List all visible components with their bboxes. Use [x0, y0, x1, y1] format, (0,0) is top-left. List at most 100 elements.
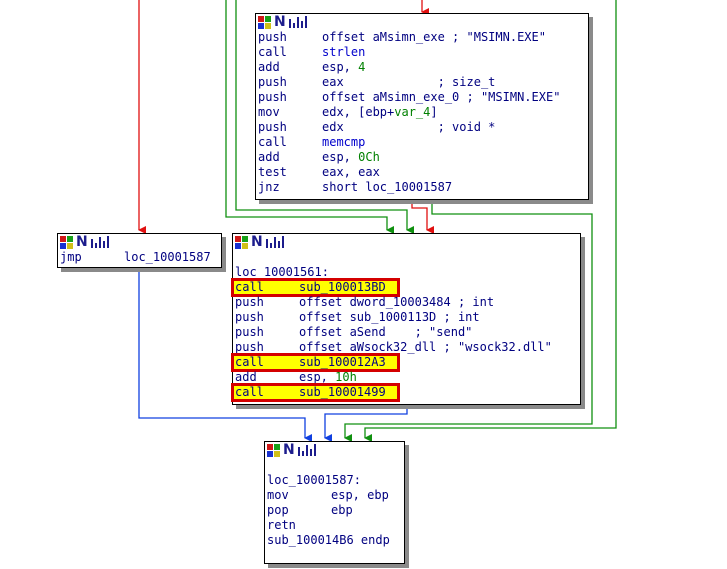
- node-body: push offset aMsimn_exe ; "MSIMN.EXE" call s…: [256, 30, 588, 195]
- color-grid-icon[interactable]: [60, 235, 73, 249]
- code-label: sub_100014B6 endp: [267, 533, 390, 547]
- bar-graph-icon[interactable]: [288, 16, 311, 28]
- operand: offset aMsimn_exe_0: [322, 90, 467, 104]
- graph-view-canvas[interactable]: N push offset aMsimn_exe ; "MSIMN.EXE" cal…: [0, 0, 727, 569]
- code-line[interactable]: push offset aMsimn_exe_0 ; "MSIMN.EXE": [258, 90, 588, 105]
- operand: edx: [322, 120, 438, 134]
- code-label: loc_10001587:: [267, 473, 361, 487]
- operand: ; void *: [437, 120, 496, 134]
- bar-graph-icon[interactable]: [90, 236, 113, 248]
- operand: offset dword_10003484: [299, 295, 458, 309]
- node-header: N: [58, 234, 221, 250]
- operand: 4: [358, 60, 366, 74]
- code-line[interactable]: pop ebp: [267, 503, 404, 518]
- operand: offset sub_1000113D: [299, 310, 444, 324]
- code-block-loc-10001587[interactable]: N loc_10001587: mov esp, ebp pop ebp retn sub_…: [264, 441, 405, 564]
- code-line[interactable]: [235, 250, 580, 265]
- operand: sub_100013BD: [299, 280, 386, 294]
- code-line[interactable]: push edx ; void *: [258, 120, 588, 135]
- edge-blue-block3: [324, 405, 408, 442]
- code-line[interactable]: push offset sub_1000113D ; int: [235, 310, 580, 325]
- mnemonic: push: [258, 30, 287, 44]
- code-line[interactable]: push offset aSend ; "send": [235, 325, 580, 340]
- operand: ; "MSIMN.EXE": [452, 30, 546, 44]
- mnemonic: call: [235, 280, 264, 294]
- code-line[interactable]: call sub_10001499: [231, 383, 580, 402]
- code-block-strlen-memcmp[interactable]: N push offset aMsimn_exe ; "MSIMN.EXE" cal…: [255, 13, 589, 200]
- code-label: loc_10001561:: [235, 265, 329, 279]
- mnemonic: push: [235, 325, 264, 339]
- operand: short loc_10001587: [322, 180, 453, 194]
- code-line[interactable]: test eax, eax: [258, 165, 588, 180]
- operand: sub_100012A3: [299, 355, 386, 369]
- code-line[interactable]: retn: [267, 518, 404, 533]
- operand: offset aSend: [299, 325, 415, 339]
- code-block-loc-10001561[interactable]: N loc_10001561: call sub_100013BD push offse…: [231, 233, 581, 405]
- operand: esp, ebp: [331, 488, 389, 502]
- code-line[interactable]: call sub_100012A3: [231, 353, 580, 372]
- code-line[interactable]: push offset dword_10003484 ; int: [235, 295, 580, 310]
- operand: esp,: [322, 60, 359, 74]
- code-line[interactable]: call sub_100013BD: [231, 278, 580, 297]
- mnemonic: push: [235, 310, 264, 324]
- code-line[interactable]: [267, 458, 404, 473]
- operand: var_4: [394, 105, 431, 119]
- operand: ]: [430, 105, 438, 119]
- code-line[interactable]: mov edx, [ebp+var_4]: [258, 105, 588, 120]
- operand: esp,: [299, 370, 336, 384]
- bar-graph-icon[interactable]: [265, 236, 288, 248]
- operand: ; "send": [414, 325, 473, 339]
- operand: offset aMsimn_exe: [322, 30, 453, 44]
- mnemonic: add: [258, 150, 280, 164]
- color-grid-icon[interactable]: [258, 15, 271, 29]
- mnemonic: call: [235, 355, 264, 369]
- mnemonic: retn: [267, 518, 296, 532]
- code-line[interactable]: push offset aMsimn_exe ; "MSIMN.EXE": [258, 30, 588, 45]
- mnemonic: jmp: [60, 250, 82, 264]
- operand: 0Ch: [358, 150, 380, 164]
- code-line[interactable]: loc_10001587:: [267, 473, 404, 488]
- code-line[interactable]: jmp loc_10001587: [60, 250, 221, 265]
- mnemonic: mov: [267, 488, 289, 502]
- mnemonic: test: [258, 165, 287, 179]
- mnemonic: push: [258, 90, 287, 104]
- mnemonic: call: [258, 45, 287, 59]
- code-line[interactable]: mov esp, ebp: [267, 488, 404, 503]
- code-block-jmp[interactable]: N jmp loc_10001587: [57, 233, 222, 268]
- mnemonic: pop: [267, 503, 289, 517]
- operand: ; size_t: [437, 75, 496, 89]
- operand: ; "MSIMN.EXE": [466, 90, 561, 104]
- n-letter-icon[interactable]: N: [283, 443, 295, 457]
- operand: memcmp: [322, 135, 366, 149]
- node-body: loc_10001587: mov esp, ebp pop ebp retn sub_10…: [265, 458, 404, 548]
- code-line[interactable]: call strlen: [258, 45, 588, 60]
- operand: loc_10001587: [124, 250, 211, 264]
- operand: ; int: [457, 295, 495, 309]
- mnemonic: push: [258, 120, 287, 134]
- mnemonic: call: [258, 135, 287, 149]
- code-line[interactable]: call memcmp: [258, 135, 588, 150]
- code-line[interactable]: add esp, 0Ch: [258, 150, 588, 165]
- n-letter-icon[interactable]: N: [251, 235, 263, 249]
- n-letter-icon[interactable]: N: [274, 15, 286, 29]
- mnemonic: push: [258, 75, 287, 89]
- node-header: N: [256, 14, 588, 30]
- code-line[interactable]: jnz short loc_10001587: [258, 180, 588, 195]
- mnemonic: jnz: [258, 180, 280, 194]
- operand: strlen: [322, 45, 366, 59]
- n-letter-icon[interactable]: N: [76, 235, 88, 249]
- bar-graph-icon[interactable]: [297, 444, 320, 456]
- mnemonic: push: [235, 295, 264, 309]
- operand: ebp: [331, 503, 353, 517]
- operand: ; int: [443, 310, 480, 324]
- mnemonic: add: [258, 60, 280, 74]
- mnemonic: mov: [258, 105, 280, 119]
- color-grid-icon[interactable]: [267, 443, 280, 457]
- node-body: jmp loc_10001587: [58, 250, 221, 265]
- operand: offset aWsock32_dll: [299, 340, 444, 354]
- code-line[interactable]: sub_100014B6 endp: [267, 533, 404, 548]
- code-line[interactable]: push eax ; size_t: [258, 75, 588, 90]
- node-body: loc_10001561: call sub_100013BD push offset …: [231, 250, 580, 402]
- color-grid-icon[interactable]: [235, 235, 248, 249]
- code-line[interactable]: add esp, 4: [258, 60, 588, 75]
